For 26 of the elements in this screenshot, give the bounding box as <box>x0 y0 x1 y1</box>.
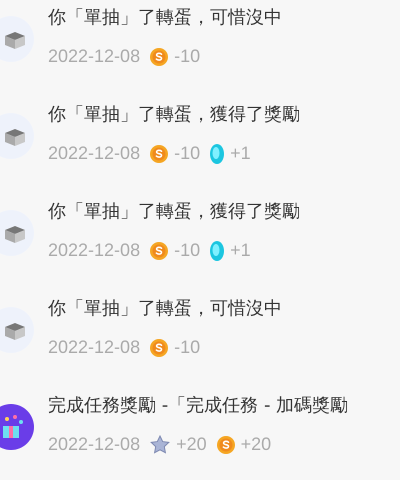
record-title: 你「單抽」了轉蛋，獲得了獎勵 <box>48 200 300 224</box>
record-date: 2022-12-08 <box>48 239 140 262</box>
coin-icon <box>150 48 168 66</box>
record-title: 完成任務獎勵 -「完成任務 - 加碼獎勵 <box>48 394 348 418</box>
reward-amount: +20 <box>240 433 272 456</box>
reward-amount: -10 <box>174 336 200 359</box>
gem-icon <box>210 240 224 260</box>
record-date: 2022-12-08 <box>48 336 140 359</box>
record-title: 你「單抽」了轉蛋，可惜沒中 <box>48 297 282 321</box>
record-date: 2022-12-08 <box>48 142 140 165</box>
reward-amount: -10 <box>174 142 200 165</box>
gem-icon <box>210 144 224 164</box>
record-title: 你「單抽」了轉蛋，獲得了獎勵 <box>48 103 300 127</box>
record-title: 你「單抽」了轉蛋，可惜沒中 <box>48 6 282 30</box>
reward-amount: -10 <box>174 239 200 262</box>
reward-amount: -10 <box>174 45 200 68</box>
star-icon <box>150 434 170 454</box>
record-date: 2022-12-08 <box>48 433 140 456</box>
coin-icon <box>150 144 168 162</box>
coin-icon <box>150 242 168 260</box>
coin-icon <box>216 436 235 454</box>
reward-amount: +1 <box>230 142 251 165</box>
record-date: 2022-12-08 <box>48 45 140 68</box>
reward-amount: +20 <box>176 433 207 456</box>
reward-amount: +1 <box>230 239 251 262</box>
coin-icon <box>150 338 168 356</box>
